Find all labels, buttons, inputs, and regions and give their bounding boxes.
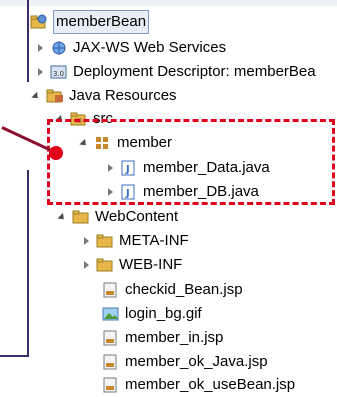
tree-node-java-resources[interactable]: Java Resources <box>30 85 177 107</box>
tree-node-memberbean[interactable]: memberBean <box>30 10 150 34</box>
folder-icon <box>96 233 114 249</box>
tree-node-member-in-jsp[interactable]: member_in.jsp <box>102 327 223 349</box>
tree-node-label: member_in.jsp <box>125 329 224 346</box>
tree-node-label: WebContent <box>95 208 179 225</box>
expand-toggle[interactable] <box>80 259 92 271</box>
tree-node-login-bg-gif[interactable]: login_bg.gif <box>102 303 202 325</box>
tree-node-label: META-INF <box>119 232 189 249</box>
deployment-descriptor-icon: 3.0 <box>50 64 68 80</box>
tree-node-label: JAX-WS Web Services <box>73 39 227 56</box>
jsp-file-icon <box>102 282 120 298</box>
tree-node-label: memberBean <box>53 10 150 34</box>
tree-node-member-ok-usebean-jsp[interactable]: member_ok_useBean.jsp <box>102 374 295 396</box>
expand-toggle[interactable] <box>34 66 46 78</box>
tree-node-webcontent[interactable]: WebContent <box>56 206 178 228</box>
expand-toggle[interactable] <box>80 235 92 247</box>
tree-node-web-inf[interactable]: WEB-INF <box>80 254 182 276</box>
tree-node-deployment-descriptor[interactable]: 3.0 Deployment Descriptor: memberBea <box>34 61 316 83</box>
highlight-box <box>47 119 335 205</box>
tree-node-member-ok-java-jsp[interactable]: member_ok_Java.jsp <box>102 351 268 373</box>
web-services-icon <box>50 40 68 56</box>
tree-node-label: checkid_Bean.jsp <box>125 281 243 298</box>
svg-text:3.0: 3.0 <box>53 70 64 78</box>
tree-node-label: login_bg.gif <box>125 305 202 322</box>
collapse-toggle[interactable] <box>30 90 42 102</box>
jsp-file-icon <box>102 354 120 370</box>
tree-node-label: WEB-INF <box>119 256 183 273</box>
tree-node-label: member_ok_useBean.jsp <box>125 376 296 393</box>
tree-node-jaxws[interactable]: JAX-WS Web Services <box>34 37 226 59</box>
collapse-toggle[interactable] <box>56 211 68 223</box>
java-resources-icon <box>46 88 64 104</box>
jsp-file-icon <box>102 330 120 346</box>
callout-pointer-dot <box>49 146 63 160</box>
web-project-icon <box>30 14 48 30</box>
tree-node-meta-inf[interactable]: META-INF <box>80 230 189 252</box>
tree-node-checkid-bean-jsp[interactable]: checkid_Bean.jsp <box>102 279 243 301</box>
image-file-icon <box>102 306 120 322</box>
jsp-file-icon <box>102 377 120 393</box>
tree-node-label: member_ok_Java.jsp <box>125 353 268 370</box>
tree-node-label: Deployment Descriptor: memberBea <box>73 63 316 80</box>
expand-toggle[interactable] <box>34 42 46 54</box>
folder-icon <box>96 257 114 273</box>
tree-node-label: Java Resources <box>69 87 177 104</box>
web-folder-icon <box>72 209 90 225</box>
